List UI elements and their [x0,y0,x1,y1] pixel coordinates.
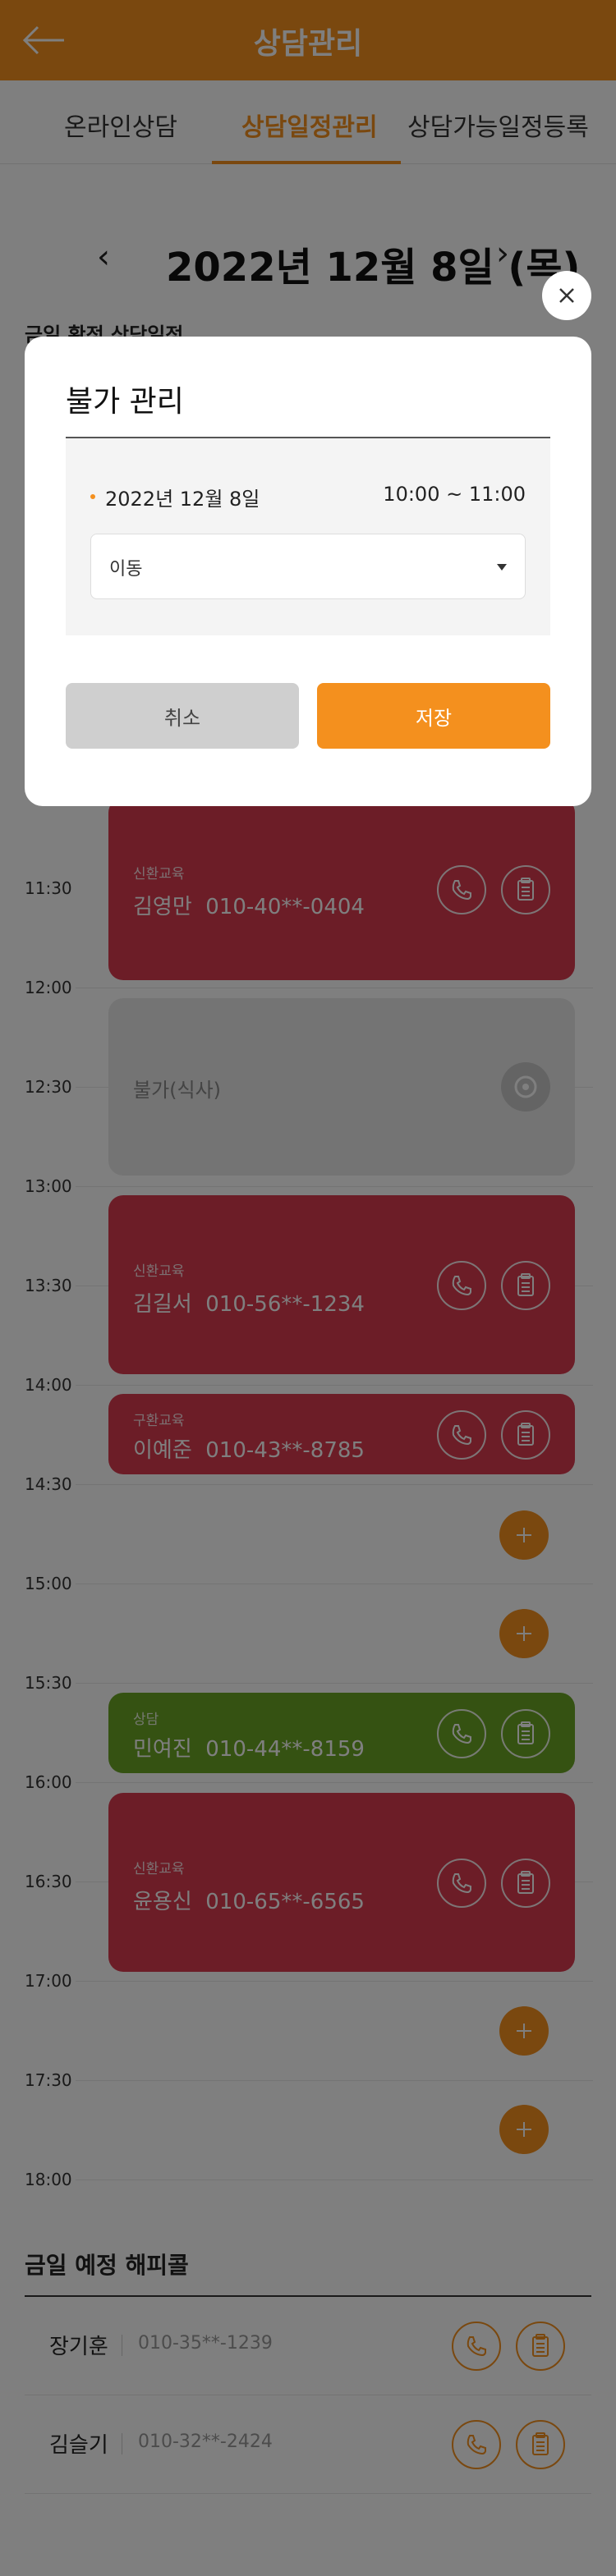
close-icon [559,288,574,303]
unavailable-manage-modal: 불가 관리 2022년 12월 8일 10:00 ~ 11:00 이동 취소 저… [25,337,591,806]
modal-title: 불가 관리 [66,385,184,419]
schedule-time: 10:00 ~ 11:00 [383,483,526,506]
reason-select-value: 이동 [109,559,143,580]
close-button[interactable] [542,271,591,320]
save-button[interactable]: 저장 [317,683,550,749]
schedule-date: 2022년 12월 8일 [105,488,260,511]
reason-select[interactable]: 이동 [90,534,526,599]
schedule-info-box: 2022년 12월 8일 10:00 ~ 11:00 이동 [66,438,550,635]
caret-down-icon [497,564,507,571]
bullet-dot [90,494,95,499]
cancel-button[interactable]: 취소 [66,683,299,749]
